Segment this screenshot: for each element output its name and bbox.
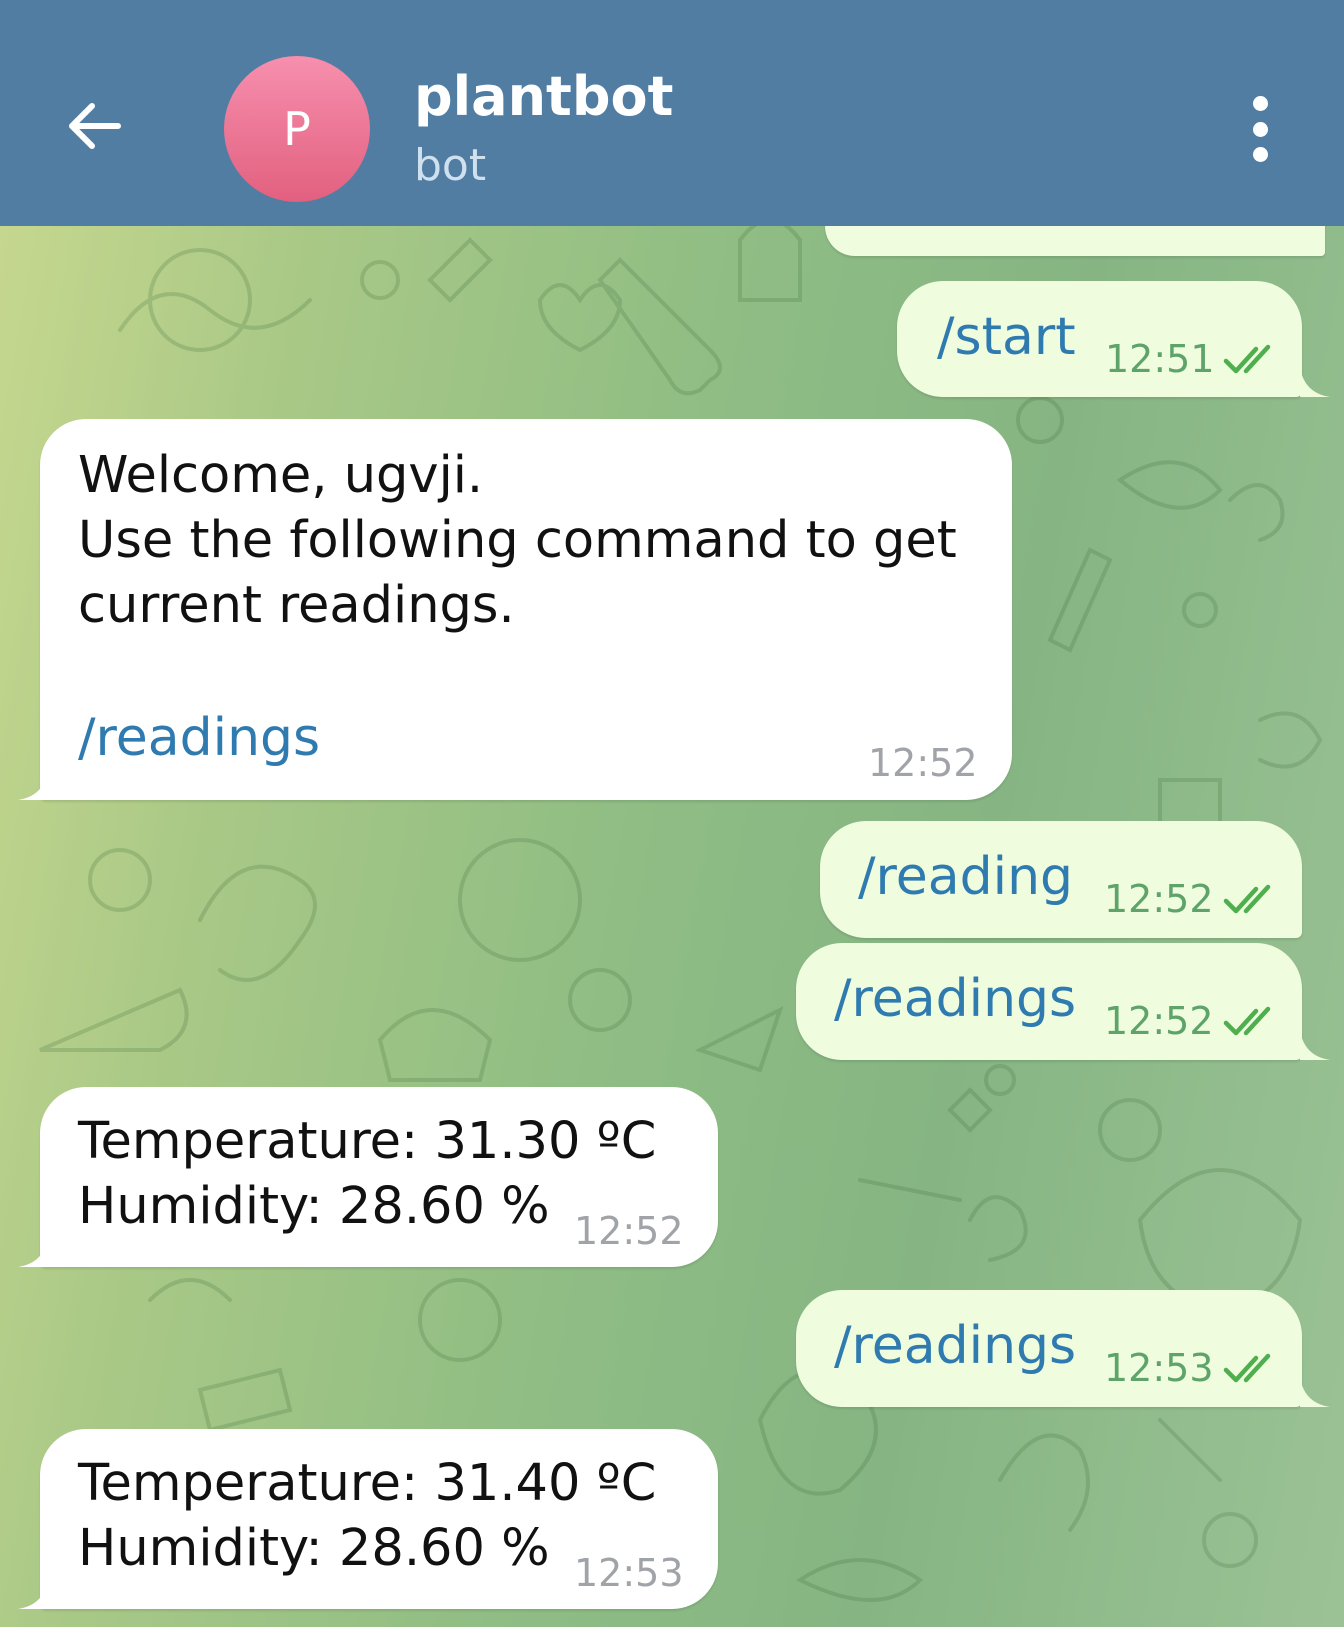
message-line: current readings. [78,576,515,635]
bubble-tail [18,1579,48,1609]
message-line: Welcome, ugvji. [78,446,484,505]
bubble-tail [1300,367,1330,397]
incoming-message[interactable]: Temperature: 31.40 ºC Humidity: 28.60 % … [40,1429,718,1609]
message-time: 12:51 [1105,337,1215,381]
back-button[interactable] [58,90,130,162]
more-options-button[interactable] [1236,96,1284,162]
message-command[interactable]: /reading [858,847,1073,907]
message-command[interactable]: /start [937,307,1076,367]
outgoing-message[interactable]: /start 12:51 [897,281,1302,397]
message-time: 12:52 [574,1209,684,1253]
outgoing-message[interactable]: /readings 12:52 [796,943,1302,1060]
chat-subtitle: bot [414,140,487,191]
temperature-reading: Temperature: 31.30 ºC [78,1112,657,1171]
more-vertical-icon [1252,96,1268,111]
double-check-icon [1223,344,1271,374]
message-time: 12:52 [1104,877,1214,921]
outgoing-message[interactable]: /readings 12:53 [796,1290,1302,1407]
humidity-reading: Humidity: 28.60 % [78,1177,550,1236]
arrow-left-icon [69,103,121,149]
message-time: 12:53 [1104,1346,1214,1390]
message-time: 12:53 [574,1551,684,1595]
message-time: 12:52 [868,741,978,785]
message-command[interactable]: /readings [834,1316,1076,1376]
message-line: Use the following command to get [78,511,957,570]
chat-header: P plantbot bot [0,0,1344,226]
double-check-icon [1223,884,1271,914]
avatar-letter: P [283,102,311,156]
bubble-tail [18,770,48,800]
bubble-tail [18,1237,48,1267]
message-time: 12:52 [1104,999,1214,1043]
bubble-tail [1300,1030,1330,1060]
avatar[interactable]: P [224,56,370,202]
chat-title[interactable]: plantbot [414,62,673,132]
double-check-icon [1223,1006,1271,1036]
outgoing-message[interactable]: /reading 12:52 [820,821,1302,938]
bubble-tail [1300,1377,1330,1407]
humidity-reading: Humidity: 28.60 % [78,1519,550,1578]
temperature-reading: Temperature: 31.40 ºC [78,1454,657,1513]
message-command[interactable]: /readings [834,969,1076,1029]
readings-command-link[interactable]: /readings [78,708,320,768]
double-check-icon [1223,1353,1271,1383]
incoming-message[interactable]: Welcome, ugvji. Use the following comman… [40,419,1012,800]
chat-screen: P plantbot bot /start 12:51 Welcome, ugv… [0,0,1344,1627]
incoming-message[interactable]: Temperature: 31.30 ºC Humidity: 28.60 % … [40,1087,718,1267]
